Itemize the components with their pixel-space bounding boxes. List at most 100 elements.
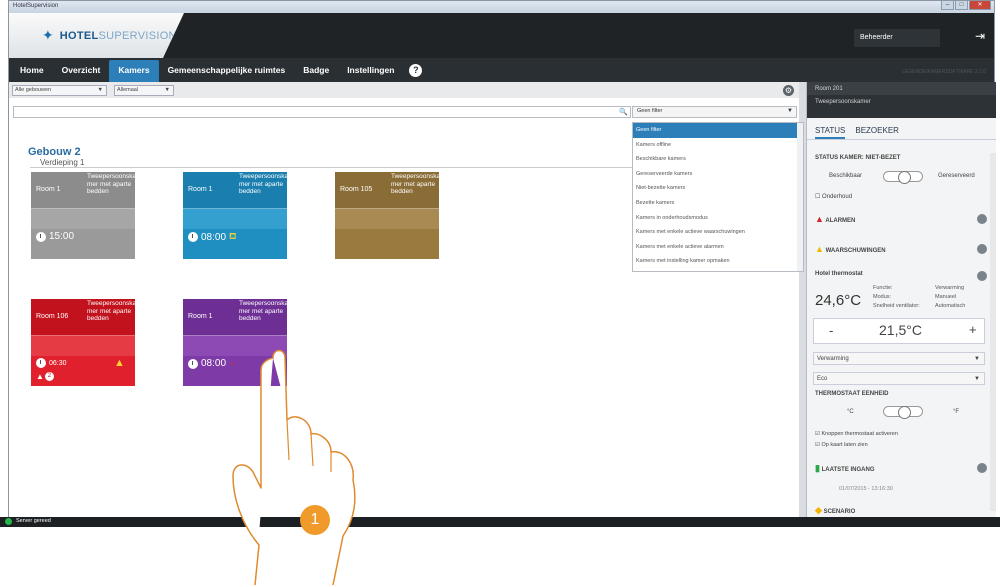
filter-dropdown: Geen filter Kamers offline Beschikbare k… — [632, 122, 804, 272]
filter-option[interactable]: Geen filter — [633, 123, 803, 138]
status-text: Server gereed — [16, 518, 51, 524]
room-tile[interactable]: Room 106 Tweepersoonska mer met aparte b… — [31, 299, 136, 386]
alarm-icon: ▲ 2 — [36, 372, 54, 381]
user-menu[interactable]: Beheerder — [854, 29, 940, 47]
reserved-label: Gereserveerd — [938, 173, 975, 179]
filter-option[interactable]: Kamers in onderhoudsmodus — [633, 211, 803, 226]
filter-option[interactable]: Niet-bezette kamers — [633, 181, 803, 196]
eco-select[interactable]: Eco ▼ — [813, 372, 985, 385]
temp-plus-button[interactable]: + — [969, 322, 977, 337]
tab-status[interactable]: STATUS — [815, 126, 846, 139]
clock-icon — [36, 358, 46, 368]
clock-icon — [36, 231, 46, 242]
server-status-icon — [5, 518, 12, 525]
main-nav: Home Overzicht Kamers Gemeenschappelijke… — [9, 58, 994, 82]
window-title: HotelSupervision — [13, 3, 59, 9]
warnings-link-icon[interactable] — [977, 244, 987, 254]
maintenance-checkbox[interactable]: ☐ Onderhoud — [815, 193, 852, 200]
thermostat-link-icon[interactable] — [977, 271, 987, 281]
search-input[interactable]: 🔍 — [13, 106, 631, 118]
search-row: 🔍 Geen filter ▼ — [9, 98, 799, 122]
mode-select[interactable]: Verwarming ▼ — [813, 352, 985, 365]
filter-select[interactable]: Geen filter ▼ — [632, 106, 797, 118]
title-bar: HotelSupervision – □ ✕ — [9, 1, 994, 13]
warning-icon: ▲ — [815, 244, 824, 254]
room-detail-panel: Room 201 Tweepersoonskamer STATUS BEZOEK… — [806, 82, 996, 518]
tab-home[interactable]: Home — [11, 60, 53, 82]
floor-select[interactable]: Allemaal ▼ — [114, 85, 174, 96]
alarm-icon: ▲ — [815, 214, 824, 224]
maximize-button[interactable]: □ — [955, 1, 968, 10]
panel-room-type: Tweepersoonskamer — [815, 99, 871, 105]
hand-pointer-icon — [232, 349, 356, 585]
filter-option[interactable]: Kamers met instelling kamer opmaken — [633, 254, 803, 269]
last-entry-link-icon[interactable] — [977, 463, 987, 473]
floor-title: Verdieping 1 — [40, 158, 85, 167]
clock-icon — [188, 232, 198, 242]
app-header: ✦ HOTELSUPERVISION Beheerder ⇥ — [9, 13, 994, 58]
filter-option[interactable]: Kamers met enkele actieve alarmen — [633, 240, 803, 255]
app-window: HotelSupervision – □ ✕ ✦ HOTELSUPERVISIO… — [8, 0, 996, 527]
clock-icon — [188, 358, 198, 369]
panel-room-name: Room 201 — [807, 82, 996, 95]
filter-option[interactable]: Kamers met enkele actieve waarschuwingen — [633, 225, 803, 240]
filter-option[interactable]: Kamers offline — [633, 138, 803, 153]
filter-option[interactable]: Gereserveerde kamers — [633, 167, 803, 182]
logo-icon: ✦ — [42, 27, 54, 43]
alarms-link-icon[interactable] — [977, 214, 987, 224]
logout-icon[interactable]: ⇥ — [975, 29, 985, 43]
building-title: Gebouw 2 — [28, 146, 81, 158]
unit-toggle[interactable] — [883, 406, 923, 419]
dropdown-scrollbar[interactable] — [797, 123, 803, 271]
search-icon: 🔍 — [619, 109, 628, 116]
scenario-icon: ◆ — [815, 505, 822, 515]
close-button[interactable]: ✕ — [969, 1, 991, 10]
thermostat-title: Hotel thermostat — [815, 271, 863, 277]
panel-scrollbar[interactable] — [990, 153, 996, 511]
room-tile[interactable]: Room 105 Tweepersoonska mer met aparte b… — [335, 172, 440, 259]
tab-overview[interactable]: Overzicht — [53, 60, 110, 82]
map-checkbox[interactable]: ☑ Op kaart laten zien — [815, 442, 868, 448]
help-icon[interactable]: ? — [409, 64, 423, 77]
status-title: STATUS KAMER: NIET-BEZET — [815, 155, 901, 161]
minimize-button[interactable]: – — [941, 1, 954, 10]
room-tile[interactable]: Room 1 Tweepersoonska mer met aparte bed… — [31, 172, 136, 259]
available-label: Beschikbaar — [829, 173, 863, 179]
scenario-row[interactable]: ◆ SCENARIO — [815, 505, 855, 516]
thermostat-values: Verwarming Manueel Automatisch — [935, 285, 966, 309]
warnings-row[interactable]: ▲ WAARSCHUWINGEN — [815, 244, 886, 254]
tab-visitor[interactable]: BEZOEKER — [855, 126, 899, 139]
settings-icon[interactable]: ⚙ — [783, 85, 794, 96]
chevron-down-icon: ▼ — [787, 108, 793, 114]
unit-title: THERMOSTAAT EENHEID — [815, 391, 889, 397]
unit-c-label: °C — [847, 409, 854, 415]
tab-common-areas[interactable]: Gemeenschappelijke ruimtes — [159, 60, 295, 82]
warning-icon: ▲ — [114, 357, 125, 369]
logo: ✦ HOTELSUPERVISION — [9, 13, 184, 58]
building-select[interactable]: Alle gebouwen ▼ — [12, 85, 107, 96]
temp-minus-button[interactable]: - — [829, 323, 833, 338]
logo-sub: SUPERVISION — [98, 29, 177, 42]
setpoint-temperature: 21,5°C — [879, 322, 922, 338]
status-bar: Server gereed — [0, 517, 1000, 527]
cleaning-icon: ⛾ — [229, 231, 237, 241]
thermostat-labels: Functie: Modus: Snelheid ventilator: — [873, 285, 920, 309]
alarms-row[interactable]: ▲ ALARMEN — [815, 214, 855, 224]
last-entry-time: 01/07/2015 - 13:16:30 — [839, 486, 893, 492]
tab-settings[interactable]: Instellingen — [338, 60, 403, 82]
room-tile[interactable]: Room 1 Tweepersoonska mer met aparte bed… — [183, 172, 288, 259]
logo-main: HOTEL — [59, 29, 99, 42]
filter-option[interactable]: Bezette kamers — [633, 196, 803, 211]
filter-option[interactable]: Beschikbare kamers — [633, 152, 803, 167]
tab-badge[interactable]: Badge — [294, 60, 338, 82]
last-entry-row[interactable]: ▮ LAATSTE INGANG — [815, 463, 875, 474]
version-label: LEGENDE/KAMERSOFTWARE 2.1.0 — [902, 69, 986, 75]
tab-rooms[interactable]: Kamers — [109, 60, 159, 82]
step-badge: 1 — [300, 505, 330, 535]
filter-toolbar: Alle gebouwen ▼ Allemaal ▼ ⚙ — [9, 82, 799, 98]
buttons-checkbox[interactable]: ☑ Knoppen thermostaat activeren — [815, 431, 898, 437]
availability-toggle[interactable] — [883, 171, 923, 184]
actual-temperature: 24,6°C — [815, 292, 862, 309]
unit-f-label: °F — [953, 409, 960, 415]
door-icon: ▮ — [815, 463, 820, 473]
